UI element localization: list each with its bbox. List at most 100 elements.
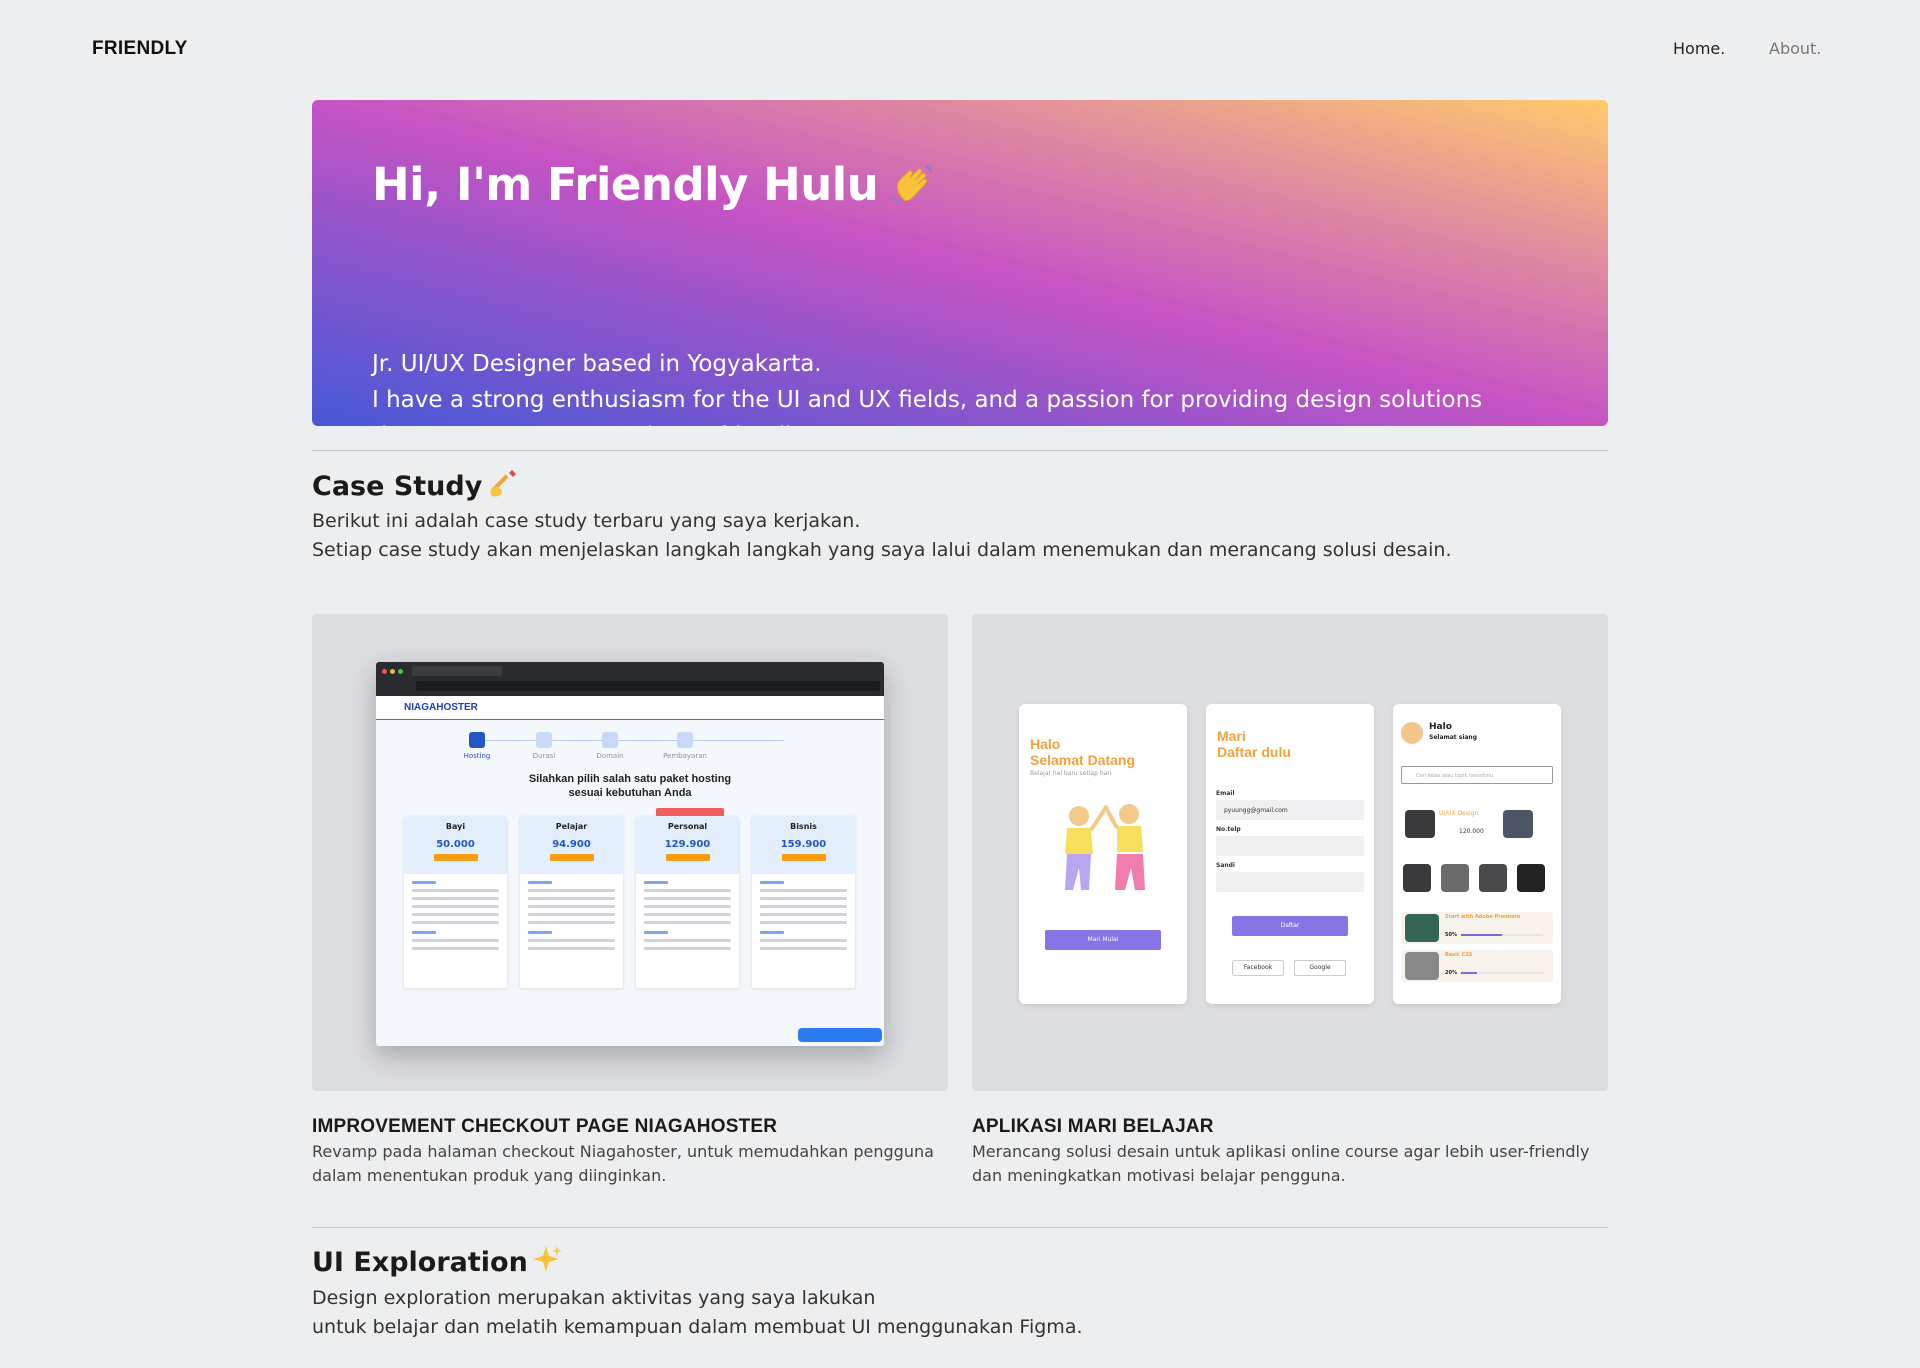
welcome-title-line: Halo [1030, 736, 1061, 752]
case-study-card-desc: Revamp pada halaman checkout Niagahoster… [312, 1140, 948, 1188]
plan-name: Pelajar [555, 822, 588, 831]
waving-hand-icon [890, 162, 936, 208]
plan-headline-line: sesuai kebutuhan Anda [568, 787, 692, 799]
step-domain-icon [602, 732, 618, 748]
step-hosting-icon [469, 732, 485, 748]
phone-screen-home: Halo Selamat siang Cari kelas atau topik… [1393, 704, 1561, 1004]
browser-dot [390, 669, 395, 674]
plan-headline-line: Silahkan pilih salah satu paket hosting [528, 773, 732, 785]
plan-select-button [665, 854, 710, 861]
case-study-heading: Case Study [312, 468, 518, 505]
course-thumb [1405, 952, 1439, 980]
my-course-progress: 20% [1445, 970, 1457, 976]
plan-card: Pelajar 94.900 [520, 816, 623, 988]
hero-line: that are easy to use and user-friendly. [372, 418, 1572, 426]
case-study-line: Berikut ini adalah case study terbaru ya… [312, 510, 861, 532]
step-label: Domain [596, 752, 624, 760]
password-input [1216, 872, 1364, 892]
browser-titlebar [376, 662, 884, 696]
plan-card: Bisnis 159.900 [752, 816, 855, 988]
nav-link-home[interactable]: Home. [1673, 39, 1725, 58]
welcome-title: Halo Selamat Datang [1030, 736, 1135, 768]
plan-select-button [433, 854, 478, 861]
hero-banner: Hi, I'm Friendly Hulu Jr. UI/UX Designer… [312, 100, 1608, 426]
plan-name: Bisnis [790, 822, 817, 831]
phone-input [1216, 836, 1364, 856]
field-label: Sandi [1216, 862, 1235, 869]
card-desc-line: dan meningkatkan motivasi belajar penggu… [972, 1166, 1346, 1185]
plan-price: 159.900 [780, 839, 827, 850]
welcome-subtitle: Belajar hal baru setiap hari [1030, 770, 1112, 777]
course-thumb [1405, 810, 1435, 838]
browser-mockup: NIAGAHOSTER Hosting Durasi Domain Pembay… [376, 662, 884, 1046]
top-nav: FRIENDLY Home. About. [0, 0, 1920, 96]
category-thumb [1517, 864, 1545, 892]
course-thumb [1405, 914, 1439, 942]
dancing-friends-illustration [1065, 804, 1145, 890]
case-study-card-title[interactable]: IMPROVEMENT CHECKOUT PAGE NIAGAHOSTER [312, 1116, 777, 1138]
case-study-card-title[interactable]: APLIKASI MARI BELAJAR [972, 1116, 1214, 1138]
rec-course-name: UI/UX Design [1439, 810, 1479, 817]
plan-select-button [549, 854, 594, 861]
checkout-steps: Hosting Durasi Domain Pembayaran [376, 732, 884, 762]
case-study-desc: Berikut ini adalah case study terbaru ya… [312, 507, 1608, 565]
case-study-title: Case Study [312, 471, 483, 502]
facebook-button: Facebook [1232, 960, 1284, 976]
site-logo[interactable]: FRIENDLY [92, 38, 188, 60]
phone-screen-register: Mari Daftar dulu Email pyuungg@gmail.com… [1206, 704, 1374, 1004]
welcome-title-line: Selamat Datang [1030, 752, 1136, 768]
rec-course-price: 120.000 [1459, 828, 1484, 835]
category-thumb [1403, 864, 1431, 892]
chat-help-button [798, 1028, 882, 1042]
phone-status-bar [1393, 704, 1561, 714]
home-greeting: Halo [1429, 722, 1452, 732]
plan-card: Personal 129.900 [636, 816, 739, 988]
plan-select-button [781, 854, 826, 861]
writing-hand-icon [486, 468, 518, 505]
ui-exploration-line: Design exploration merupakan aktivitas y… [312, 1287, 876, 1309]
plan-name: Bayi [445, 822, 466, 831]
plan-card: Bayi 50.000 [404, 816, 507, 988]
plan-name: Personal [667, 822, 708, 831]
step-durasi-icon [536, 732, 552, 748]
search-placeholder: Cari kelas atau topik favoritmu [1416, 773, 1494, 779]
browser-dot [382, 669, 387, 674]
section-divider [312, 1227, 1608, 1228]
case-study-card-mari-belajar-image[interactable]: Halo Selamat Datang Belajar hal baru set… [972, 614, 1608, 1091]
daftar-button: Daftar [1232, 916, 1348, 936]
my-course-item: Basic CSS 20% [1401, 950, 1553, 982]
field-label: No.telp [1216, 826, 1241, 833]
mari-mulai-button: Mari Mulai [1045, 930, 1161, 950]
category-thumb [1479, 864, 1507, 892]
mari-mulai-label: Mari Mulai [1087, 936, 1119, 943]
step-label: Pembayaran [663, 752, 707, 760]
nav-link-about[interactable]: About. [1769, 39, 1821, 58]
home-subgreeting: Selamat siang [1429, 734, 1477, 741]
my-course-progress: 50% [1445, 932, 1457, 938]
email-value: pyuungg@gmail.com [1224, 807, 1288, 814]
case-study-card-niagahoster-image[interactable]: NIAGAHOSTER Hosting Durasi Domain Pembay… [312, 614, 948, 1091]
section-divider [312, 450, 1608, 451]
my-course-item: Start with Adobe Premiere 50% [1401, 912, 1553, 944]
ui-exploration-heading: UI Exploration [312, 1244, 562, 1281]
my-course-name: Start with Adobe Premiere [1445, 914, 1521, 920]
step-pembayaran-icon [677, 732, 693, 748]
hero-title-text: Hi, I'm Friendly Hulu [372, 158, 879, 211]
card-desc-line: Revamp pada halaman checkout Niagahoster… [312, 1142, 934, 1161]
ui-exploration-line: untuk belajar dan melatih kemampuan dala… [312, 1316, 1083, 1338]
category-thumb [1441, 864, 1469, 892]
step-label: Hosting [463, 752, 491, 760]
hero-intro: Jr. UI/UX Designer based in Yogyakarta. … [372, 346, 1572, 426]
niagahoster-header: NIAGAHOSTER [376, 696, 884, 720]
sparkles-icon [532, 1244, 562, 1281]
phone-status-bar [1206, 704, 1374, 714]
phone-screen-welcome: Halo Selamat Datang Belajar hal baru set… [1019, 704, 1187, 1004]
plan-price: 129.900 [664, 839, 711, 850]
hero-title: Hi, I'm Friendly Hulu [372, 158, 936, 211]
ui-exploration-desc: Design exploration merupakan aktivitas y… [312, 1284, 1608, 1342]
browser-dot [398, 669, 403, 674]
card-desc-line: Merancang solusi desain untuk aplikasi o… [972, 1142, 1590, 1161]
progress-fill [1461, 934, 1502, 936]
case-study-line: Setiap case study akan menjelaskan langk… [312, 539, 1452, 561]
steps-line [484, 740, 784, 741]
